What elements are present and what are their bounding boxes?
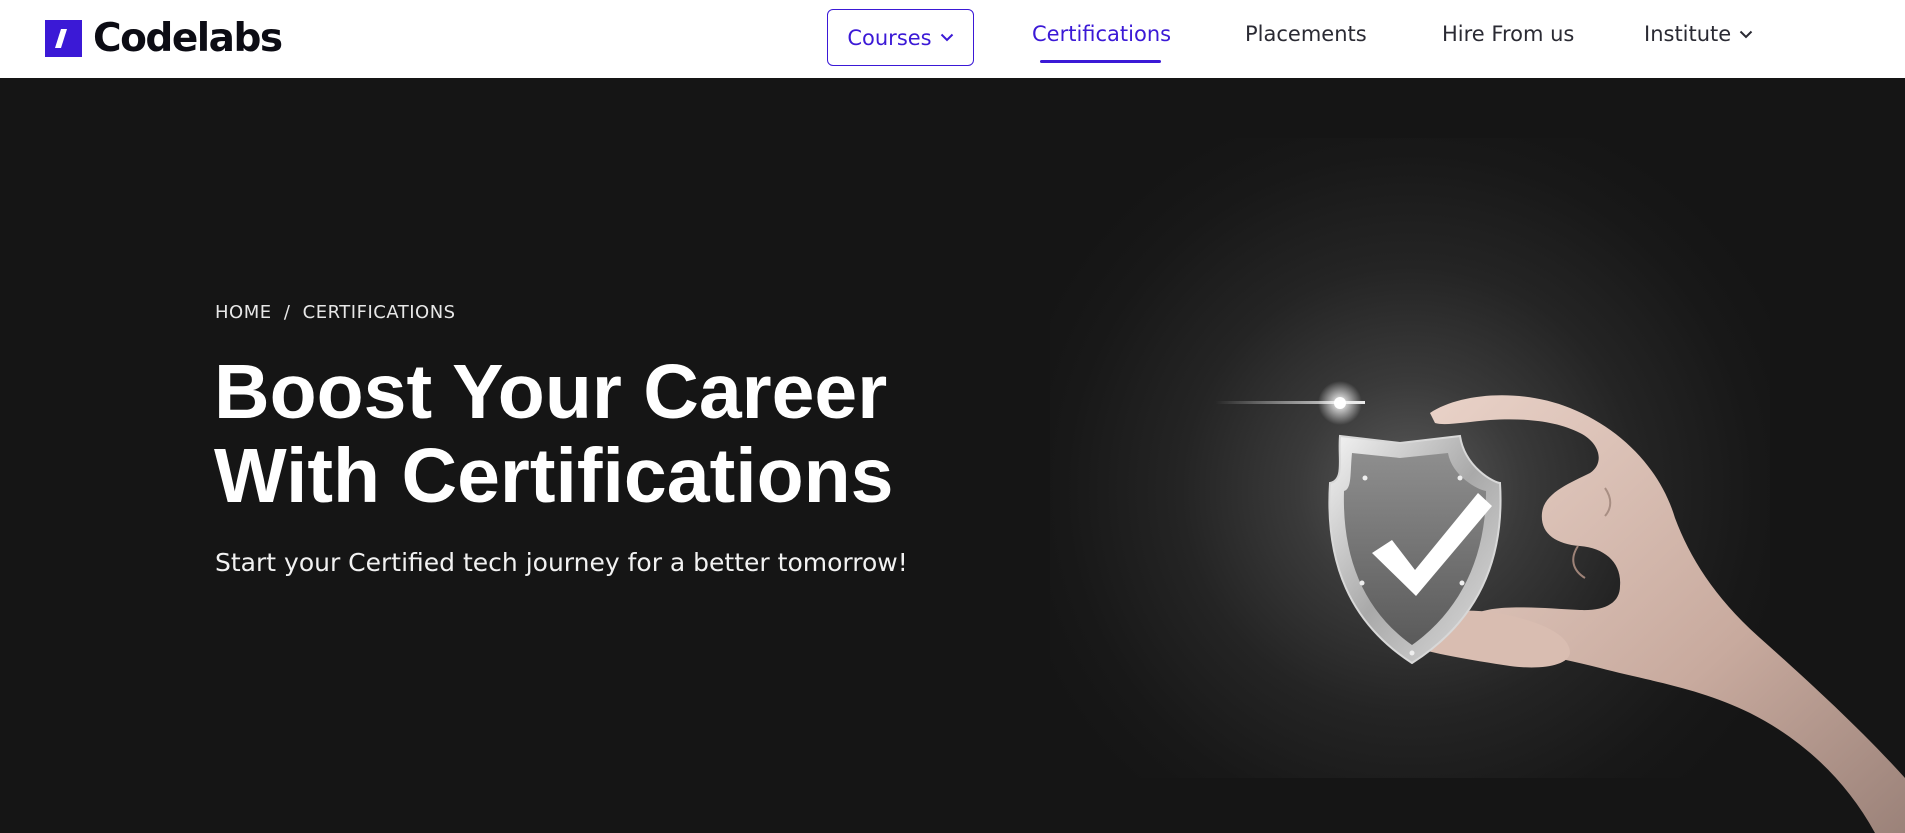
top-navbar: Codelabs Courses Certifications Placemen… [0,0,1905,78]
nav-institute-label: Institute [1644,22,1732,46]
nav-courses-label: Courses [847,25,932,50]
chevron-down-icon [940,33,954,42]
page-title-line-2: With Certifications [214,433,894,519]
brand-logo[interactable]: Codelabs [45,16,283,61]
breadcrumb-separator: / [283,302,291,323]
hero-subtitle: Start your Certified tech journey for a … [215,548,908,577]
breadcrumb: HOME / CERTIFICATIONS [215,302,456,323]
nav-placements-label: Placements [1245,22,1367,46]
active-tab-indicator [1040,60,1161,63]
nav-hire-label: Hire From us [1442,22,1575,46]
nav-certifications-label: Certifications [1032,22,1172,46]
breadcrumb-home[interactable]: HOME [215,302,272,323]
page-title-line-1: Boost Your Career [214,349,888,435]
hand-holding-shield-check-icon [1100,308,1905,833]
slash-logo-icon [45,20,82,57]
nav-courses-dropdown[interactable]: Courses [827,9,974,66]
hero-section: HOME / CERTIFICATIONS Boost Your Career … [0,78,1905,833]
nav-certifications[interactable]: Certifications [1032,22,1171,46]
nav-placements[interactable]: Placements [1245,22,1367,46]
nav-hire-from-us[interactable]: Hire From us [1442,22,1574,46]
breadcrumb-current: CERTIFICATIONS [302,302,456,323]
page-title: Boost Your Career With Certifications [214,350,974,518]
chevron-down-icon [1739,30,1753,39]
brand-name: Codelabs [93,16,283,61]
nav-institute-dropdown[interactable]: Institute [1644,22,1753,46]
